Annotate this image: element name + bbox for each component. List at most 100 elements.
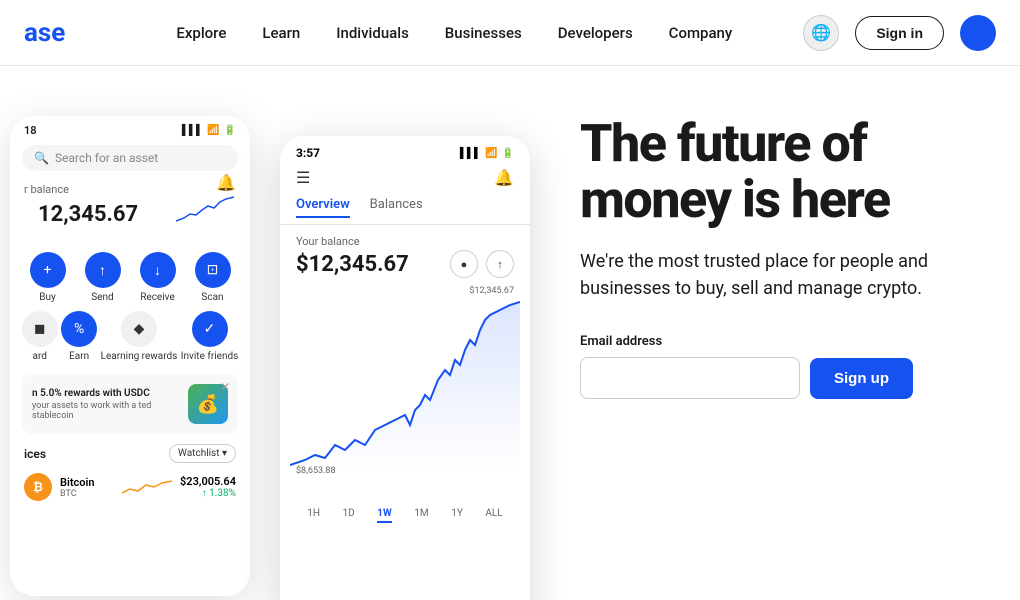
chart-min-label: $8,653.88: [296, 466, 336, 476]
promo-banner[interactable]: ✕ n 5.0% rewards with USDC your assets t…: [22, 374, 238, 434]
phone-left-status-bar: 18 ▌▌▌ 📶 🔋: [10, 116, 250, 141]
phone-left-mockup: 18 ▌▌▌ 📶 🔋 🔍 Search for an asset 🔔 r bal…: [10, 116, 250, 596]
navbar: ase Explore Learn Individuals Businesses…: [0, 0, 1020, 66]
promo-close-icon[interactable]: ✕: [220, 380, 230, 394]
globe-button[interactable]: 🌐: [803, 15, 839, 51]
phone-search-icon: 🔍: [34, 151, 49, 165]
btc-name: Bitcoin: [60, 476, 114, 489]
phone-action-earn[interactable]: % Earn: [61, 311, 97, 362]
phone-action-invite[interactable]: ✓ Invite friends: [181, 311, 239, 362]
battery-icon-right: 🔋: [502, 148, 514, 159]
phone-right-status-bar: 3:57 ▌▌▌ 📶 🔋: [280, 136, 530, 164]
globe-icon: 🌐: [811, 23, 831, 43]
time-button-1m[interactable]: 1M: [414, 508, 428, 523]
balance-chart: $12,345.67 $8,653.88: [280, 284, 530, 504]
phone-right-balance-label: Your balance: [280, 225, 530, 250]
phone-bell-icon: 🔔: [216, 173, 236, 192]
card-label: ard: [33, 351, 47, 362]
hide-balance-button[interactable]: ●: [450, 250, 478, 278]
tab-balances[interactable]: Balances: [370, 197, 423, 218]
signal-icon: ▌▌▌: [182, 125, 203, 136]
wifi-icon-right: 📶: [485, 148, 497, 159]
phone-action-buy[interactable]: + Buy: [30, 252, 66, 303]
phone-actions-row1: + Buy ↑ Send ↓ Receive ⊡ Scan: [10, 240, 250, 307]
buy-icon: +: [30, 252, 66, 288]
card-icon: ◼: [22, 311, 58, 347]
earn-label: Earn: [69, 351, 89, 362]
btc-icon: ₿: [24, 473, 52, 501]
learning-icon: ◆: [121, 311, 157, 347]
hero-section: The future of money is here We're the mo…: [530, 66, 1020, 600]
phone-action-receive[interactable]: ↓ Receive: [140, 252, 176, 303]
phone-search-placeholder: Search for an asset: [55, 151, 158, 165]
phone-left-status-icons: ▌▌▌ 📶 🔋: [182, 125, 236, 136]
phone-action-scan[interactable]: ⊡ Scan: [195, 252, 231, 303]
logo: ase: [24, 18, 65, 48]
receive-icon: ↓: [140, 252, 176, 288]
scan-label: Scan: [201, 292, 223, 303]
time-button-all[interactable]: ALL: [485, 508, 502, 523]
chart-max-label: $12,345.67: [469, 286, 514, 296]
hamburger-icon[interactable]: ☰: [296, 168, 310, 187]
invite-icon: ✓: [192, 311, 228, 347]
email-input[interactable]: [580, 357, 800, 399]
prices-header: ices Watchlist ▾: [10, 438, 250, 467]
nav-learn[interactable]: Learn: [262, 24, 300, 42]
nav-company[interactable]: Company: [669, 24, 733, 42]
learning-label: Learning rewards: [101, 351, 178, 362]
wifi-icon: 📶: [207, 125, 219, 136]
phones-area: 18 ▌▌▌ 📶 🔋 🔍 Search for an asset 🔔 r bal…: [0, 66, 530, 600]
phone-action-learning[interactable]: ◆ Learning rewards: [101, 311, 178, 362]
btc-price: $23,005.64 ↑ 1.38%: [180, 475, 236, 499]
time-button-1d[interactable]: 1D: [343, 508, 355, 523]
time-button-1w[interactable]: 1W: [377, 508, 392, 523]
phone-right-menu-bar: ☰ 🔔: [280, 164, 530, 191]
receive-label: Receive: [140, 292, 175, 303]
btc-ticker: BTC: [60, 489, 114, 499]
nav-individuals[interactable]: Individuals: [336, 24, 409, 42]
notification-bell-icon[interactable]: 🔔: [494, 168, 514, 187]
phone-search-bar[interactable]: 🔍 Search for an asset: [22, 145, 238, 171]
phone-action-card[interactable]: ◼ ard: [22, 311, 58, 362]
phone-right-amount: $12,345.67: [296, 252, 409, 277]
nav-menu: Explore Learn Individuals Businesses Dev…: [105, 24, 803, 42]
nav-businesses[interactable]: Businesses: [445, 24, 522, 42]
phone-action-send[interactable]: ↑ Send: [85, 252, 121, 303]
promo-title: n 5.0% rewards with USDC: [32, 388, 162, 399]
phone-right-mockup: 3:57 ▌▌▌ 📶 🔋 ☰ 🔔 Overview Balances Your …: [280, 136, 530, 600]
btc-change: ↑ 1.38%: [180, 488, 236, 499]
tab-overview[interactable]: Overview: [296, 197, 350, 218]
phone-right-time: 3:57: [296, 146, 320, 160]
email-label: Email address: [580, 334, 980, 349]
earn-icon: %: [61, 311, 97, 347]
phone-sparkline: [176, 196, 236, 230]
navbar-actions: 🌐 Sign in: [803, 15, 996, 51]
btc-sparkline-chart: [122, 475, 172, 499]
phone-right-chart-icons: ● ↑: [450, 250, 514, 278]
btc-row[interactable]: ₿ Bitcoin BTC $23,005.64 ↑ 1.38%: [10, 467, 250, 507]
nav-developers[interactable]: Developers: [558, 24, 633, 42]
watchlist-button[interactable]: Watchlist ▾: [169, 444, 236, 463]
invite-label: Invite friends: [181, 351, 239, 362]
phone-balance-amount: 12,345.67: [24, 200, 152, 227]
time-button-1y[interactable]: 1Y: [451, 508, 463, 523]
time-button-1h[interactable]: 1H: [307, 508, 320, 523]
phone-left-time: 18: [24, 124, 37, 137]
send-icon: ↑: [85, 252, 121, 288]
buy-label: Buy: [39, 292, 55, 303]
phone-right-status-icons: ▌▌▌ 📶 🔋: [460, 148, 514, 159]
promo-content: n 5.0% rewards with USDC your assets to …: [32, 388, 162, 421]
hero-title: The future of money is here: [580, 116, 980, 228]
phone-right-balance-row: $12,345.67 ● ↑: [280, 250, 530, 284]
battery-icon: 🔋: [224, 125, 236, 136]
export-button[interactable]: ↑: [486, 250, 514, 278]
signal-icon-right: ▌▌▌: [460, 148, 481, 159]
phone-actions-row2: ◼ ard % Earn ◆ Learning rewards ✓ Invite…: [10, 307, 250, 370]
phone-balance-label: r balance: [10, 175, 250, 196]
scan-icon: ⊡: [195, 252, 231, 288]
nav-explore[interactable]: Explore: [176, 24, 226, 42]
avatar[interactable]: [960, 15, 996, 51]
promo-subtitle: your assets to work with a ted stablecoi…: [32, 401, 162, 421]
signin-button[interactable]: Sign in: [855, 16, 944, 50]
signup-button[interactable]: Sign up: [810, 358, 913, 399]
